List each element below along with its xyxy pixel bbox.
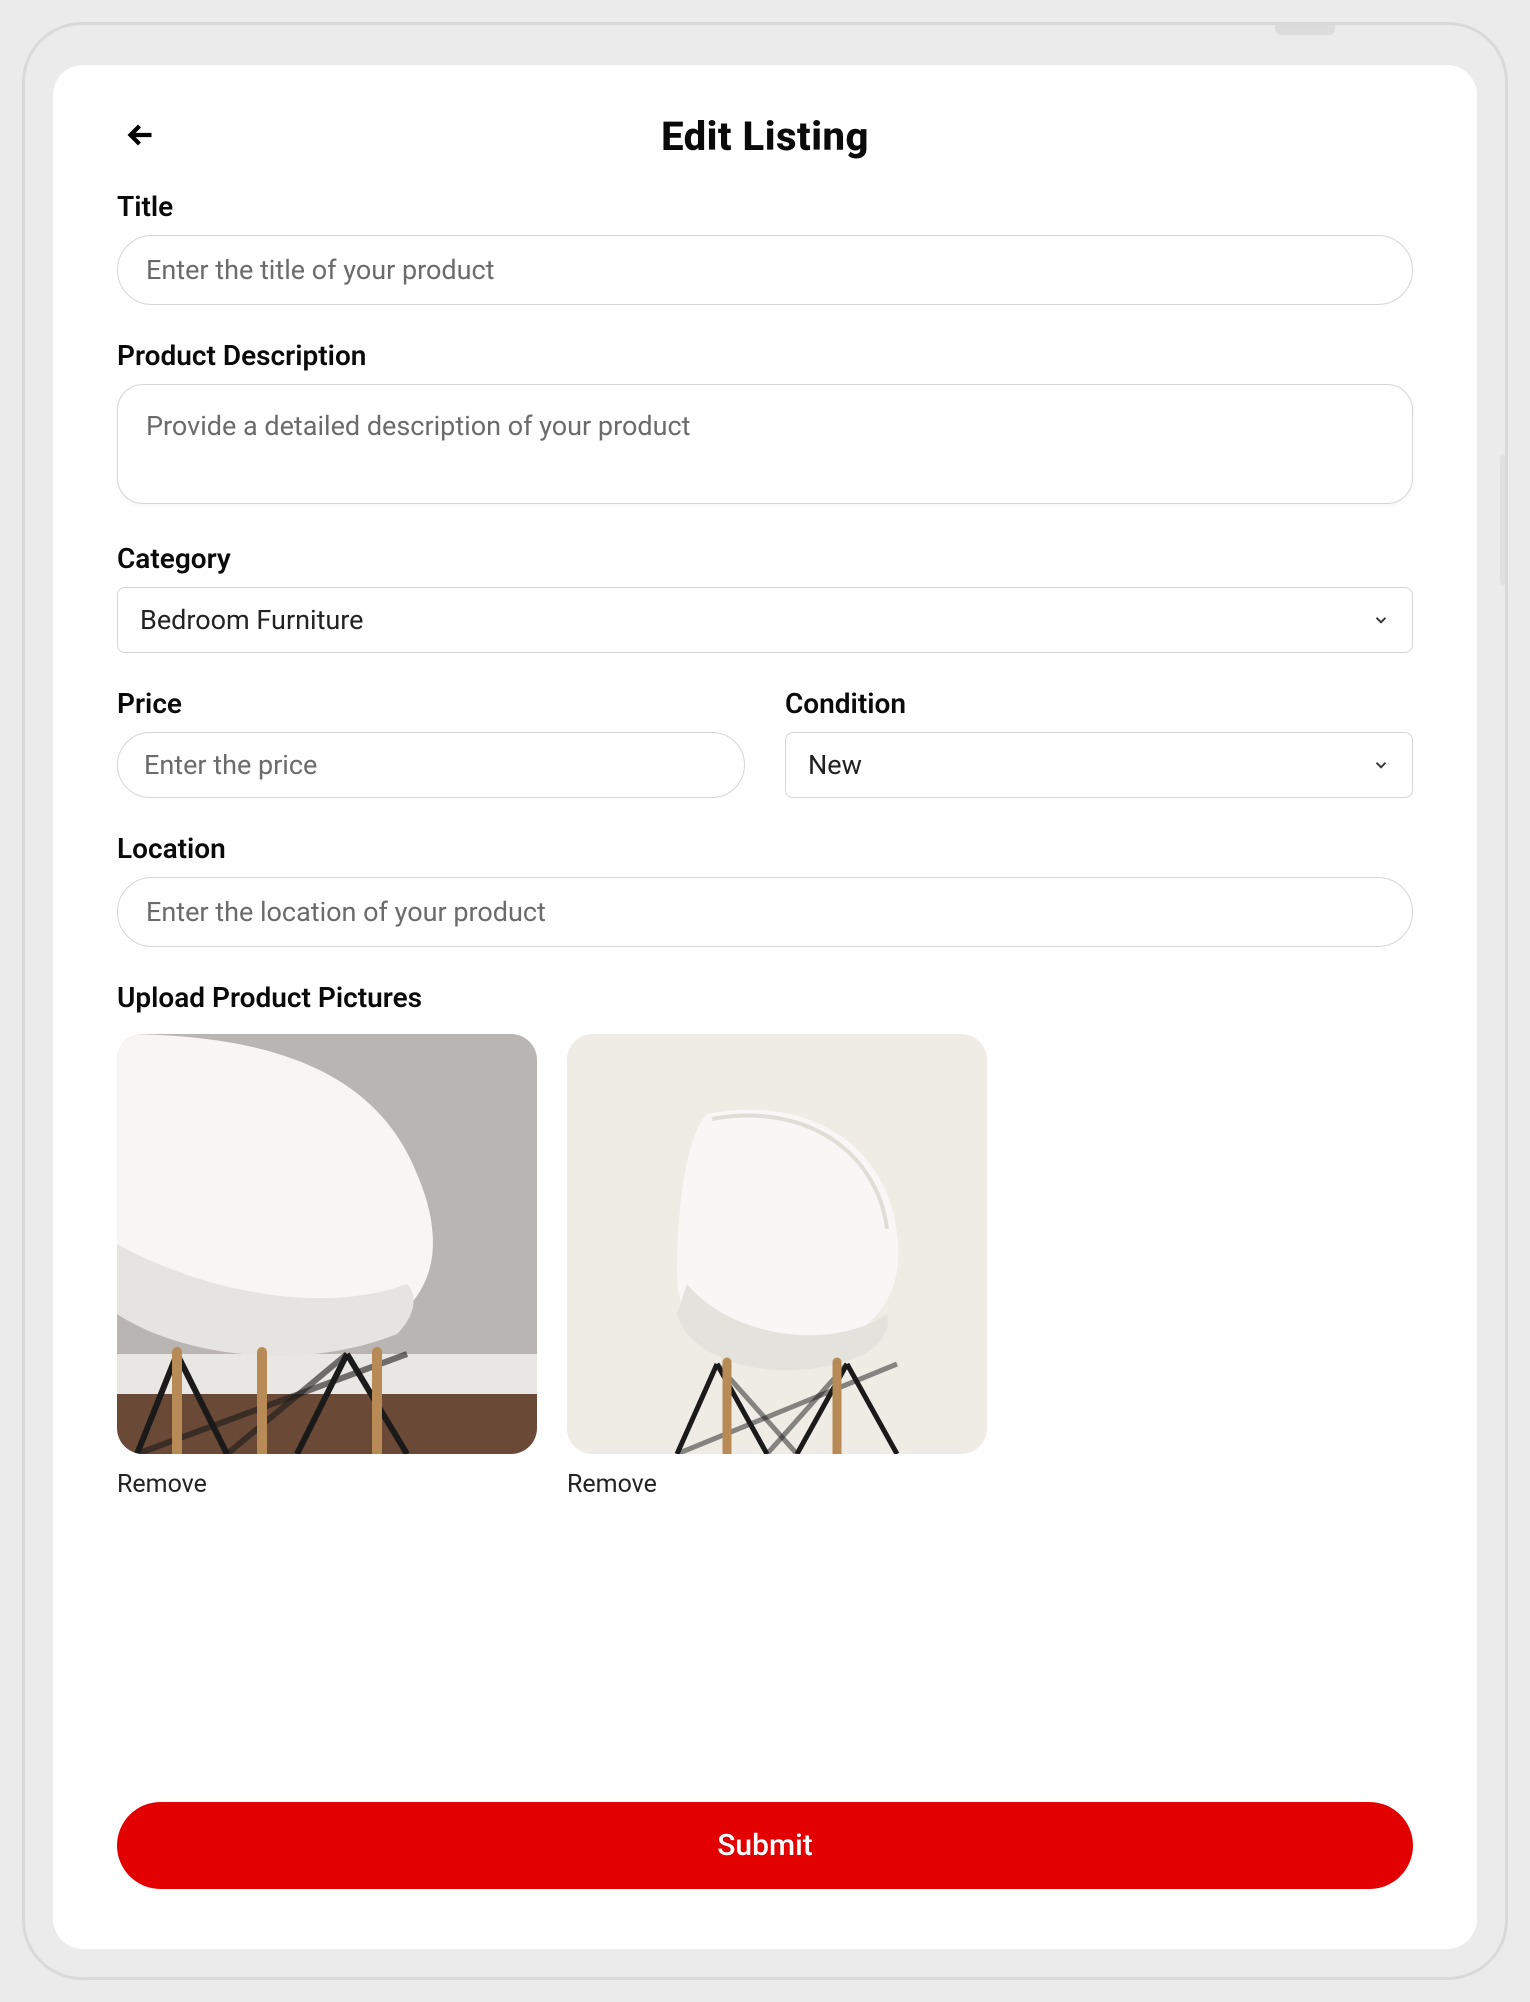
price-input[interactable]	[117, 732, 745, 798]
chevron-down-icon	[1350, 756, 1412, 774]
back-button[interactable]	[117, 113, 165, 161]
edit-listing-card: Edit Listing Title Product Description C…	[53, 65, 1477, 1949]
description-input[interactable]	[117, 384, 1413, 504]
category-label: Category	[117, 542, 1413, 575]
product-image-2: Remove	[567, 1034, 987, 1499]
condition-value: New	[786, 733, 1350, 797]
location-label: Location	[117, 832, 1413, 865]
category-field: Category Bedroom Furniture	[117, 542, 1413, 653]
price-field: Price	[117, 687, 745, 798]
product-thumb-2[interactable]	[567, 1034, 987, 1454]
location-field: Location	[117, 832, 1413, 947]
description-field: Product Description	[117, 339, 1413, 508]
price-condition-row: Price Condition New	[117, 687, 1413, 798]
chair-icon	[117, 1034, 537, 1454]
spacer	[117, 1533, 1413, 1782]
submit-button[interactable]: Submit	[117, 1802, 1413, 1889]
images-row: Remove	[117, 1034, 1413, 1499]
header: Edit Listing	[117, 113, 1413, 160]
chevron-down-icon	[1350, 611, 1412, 629]
condition-label: Condition	[785, 687, 1413, 720]
remove-image-2[interactable]: Remove	[567, 1470, 657, 1499]
condition-select[interactable]: New	[785, 732, 1413, 798]
product-thumb-1[interactable]	[117, 1034, 537, 1454]
title-input[interactable]	[117, 235, 1413, 305]
product-image-1: Remove	[117, 1034, 537, 1499]
listing-form: Title Product Description Category Bedro…	[117, 190, 1413, 1889]
remove-image-1[interactable]: Remove	[117, 1470, 207, 1499]
upload-field: Upload Product Pictures	[117, 981, 1413, 1499]
device-frame: Edit Listing Title Product Description C…	[0, 0, 1530, 2002]
location-input[interactable]	[117, 877, 1413, 947]
price-label: Price	[117, 687, 745, 720]
condition-field: Condition New	[785, 687, 1413, 798]
device-screen: Edit Listing Title Product Description C…	[22, 22, 1508, 1980]
arrow-left-icon	[123, 117, 159, 156]
description-label: Product Description	[117, 339, 1413, 372]
page-title: Edit Listing	[661, 113, 869, 160]
category-select[interactable]: Bedroom Furniture	[117, 587, 1413, 653]
device-top-indicator	[1275, 25, 1335, 35]
chair-icon	[567, 1034, 987, 1454]
title-field: Title	[117, 190, 1413, 305]
category-value: Bedroom Furniture	[118, 588, 1350, 652]
title-label: Title	[117, 190, 1413, 223]
upload-label: Upload Product Pictures	[117, 981, 1413, 1014]
device-side-indicator	[1500, 455, 1508, 585]
